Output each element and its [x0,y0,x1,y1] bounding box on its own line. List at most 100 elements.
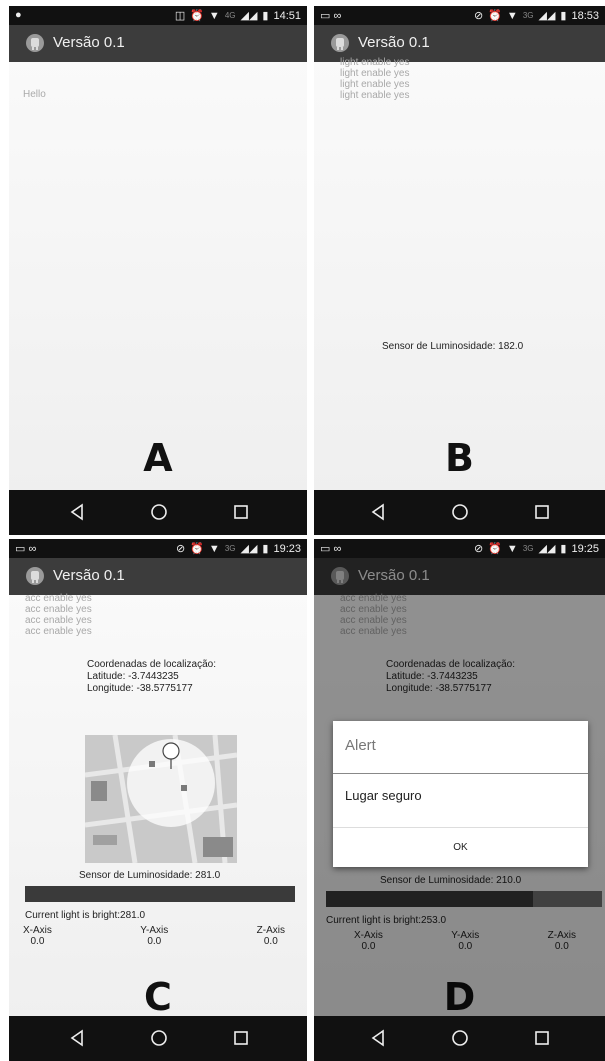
accelerometer-axes: X-Axis 0.0 Y-Axis 0.0 Z-Axis 0.0 [23,925,285,947]
ok-button[interactable]: OK [333,828,588,867]
latitude-text: Latitude: -3.7443235 [87,671,179,682]
light-status-text: Current light is bright:281.0 [25,910,146,921]
home-circle-icon[interactable] [450,1028,470,1048]
android-app-icon [26,567,44,585]
axis-value: 0.0 [30,936,45,947]
signal-icon: ◢◢ [240,10,258,22]
alarm-icon: ⏰ [190,543,204,555]
axis-value: 0.0 [263,936,278,947]
dialog-divider [333,773,588,774]
log-line: acc enable yes [25,593,92,604]
nav-bar [9,490,307,535]
panel-letter: B [445,436,474,480]
screen-c: ▭ ∞ ⊘ ⏰ ▼ 3G ◢◢ ▮ 19:23 Versão 0.1 acc e… [9,539,307,1061]
signal-icon: ◢◢ [240,543,258,555]
log-line: acc enable yes [25,626,92,637]
app-bar: Versão 0.1 [9,558,307,595]
screen-d: ▭ ∞ ⊘ ⏰ ▼ 3G ◢◢ ▮ 19:25 Versão 0.1 acc e… [314,539,605,1061]
axis-x: X-Axis 0.0 [23,925,52,947]
light-progress-fill [25,886,295,902]
location-block: Coordenadas de localização: Latitude: -3… [87,659,216,695]
axis-z: Z-Axis 0.0 [257,925,285,947]
axis-label: Z-Axis [256,925,285,936]
battery-icon: ▮ [560,10,567,22]
panel-letter: C [144,975,172,1019]
app-title: Versão 0.1 [53,34,125,51]
home-circle-icon[interactable] [450,502,470,522]
battery-icon: ▮ [560,543,567,555]
axis-label: Y-Axis [140,925,169,936]
dnd-icon: ⊘ [474,10,484,22]
back-triangle-icon[interactable] [68,1028,88,1048]
wifi-icon: ▼ [208,9,220,22]
light-sensor-text: Sensor de Luminosidade: 281.0 [79,870,221,881]
back-triangle-icon[interactable] [369,502,389,522]
dnd-icon: ⊘ [474,543,484,555]
coords-title: Coordenadas de localização: [87,659,216,670]
recents-square-icon[interactable] [231,1028,251,1048]
signal-icon: ◢◢ [538,543,556,555]
network-type: 4G [224,11,236,20]
dnd-icon: ⊘ [176,543,186,555]
notification-icon: ● [15,9,22,21]
notification-icons: ▭ ∞ [15,543,37,555]
alarm-icon: ⏰ [488,543,502,555]
android-app-icon [26,34,44,52]
clock: 19:25 [571,542,599,555]
battery-icon: ▮ [262,543,269,555]
alarm-icon: ⏰ [488,10,502,22]
back-triangle-icon[interactable] [68,502,88,522]
notification-icons: ▭ ∞ [320,10,342,22]
hello-text: Hello [23,89,46,100]
status-bar: ▭ ∞ ⊘ ⏰ ▼ 3G ◢◢ ▮ 19:25 [314,539,605,558]
recents-square-icon[interactable] [532,1028,552,1048]
axis-y: Y-Axis 0.0 [140,925,168,947]
location-map[interactable] [85,735,237,863]
battery-icon: ▮ [262,10,269,22]
app-title: Versão 0.1 [358,34,430,51]
nav-bar [314,1016,605,1061]
log-list: acc enable yes acc enable yes acc enable… [25,593,92,637]
light-progress-bar [25,886,295,902]
dialog-message: Lugar seguro [345,788,422,803]
recents-square-icon[interactable] [532,502,552,522]
notification-icons: ▭ ∞ [320,543,342,555]
wifi-icon: ▼ [506,542,518,555]
android-app-icon [331,34,349,52]
content: Hello A [9,62,307,490]
longitude-text: Longitude: -38.5775177 [87,683,193,694]
network-type: 3G [522,544,534,553]
wifi-icon: ▼ [506,9,518,22]
network-type: 3G [224,544,236,553]
log-line: light enable yes [340,57,410,68]
clock: 19:23 [273,542,301,555]
screen-a: ● ◫ ⏰ ▼ 4G ◢◢ ▮ 14:51 Versão 0.1 Hello A [9,6,307,535]
app-title: Versão 0.1 [53,567,125,584]
wifi-icon: ▼ [208,542,220,555]
status-bar: ● ◫ ⏰ ▼ 4G ◢◢ ▮ 14:51 [9,6,307,25]
home-circle-icon[interactable] [149,1028,169,1048]
log-line: light enable yes [340,79,410,90]
axis-label: X-Axis [23,925,52,936]
vibrate-icon: ◫ [174,10,186,22]
clock: 14:51 [273,9,301,22]
axis-value: 0.0 [147,936,162,947]
network-type: 3G [522,11,534,20]
clock: 18:53 [571,9,599,22]
status-bar: ▭ ∞ ⊘ ⏰ ▼ 3G ◢◢ ▮ 18:53 [314,6,605,25]
content: light enable yes light enable yes light … [314,57,605,490]
alarm-icon: ⏰ [190,10,204,22]
log-line: acc enable yes [25,615,92,626]
log-line: acc enable yes [25,604,92,615]
light-sensor-text: Sensor de Luminosidade: 182.0 [382,341,524,352]
back-triangle-icon[interactable] [369,1028,389,1048]
home-circle-icon[interactable] [149,502,169,522]
recents-square-icon[interactable] [231,502,251,522]
app-bar: Versão 0.1 [9,25,307,62]
nav-bar [314,490,605,535]
log-line: light enable yes [340,68,410,79]
content: acc enable yes acc enable yes acc enable… [9,593,307,1019]
screen-b: ▭ ∞ ⊘ ⏰ ▼ 3G ◢◢ ▮ 18:53 Versão 0.1 light… [314,6,605,535]
dialog-title: Alert [345,737,376,754]
log-list: light enable yes light enable yes light … [340,57,410,101]
